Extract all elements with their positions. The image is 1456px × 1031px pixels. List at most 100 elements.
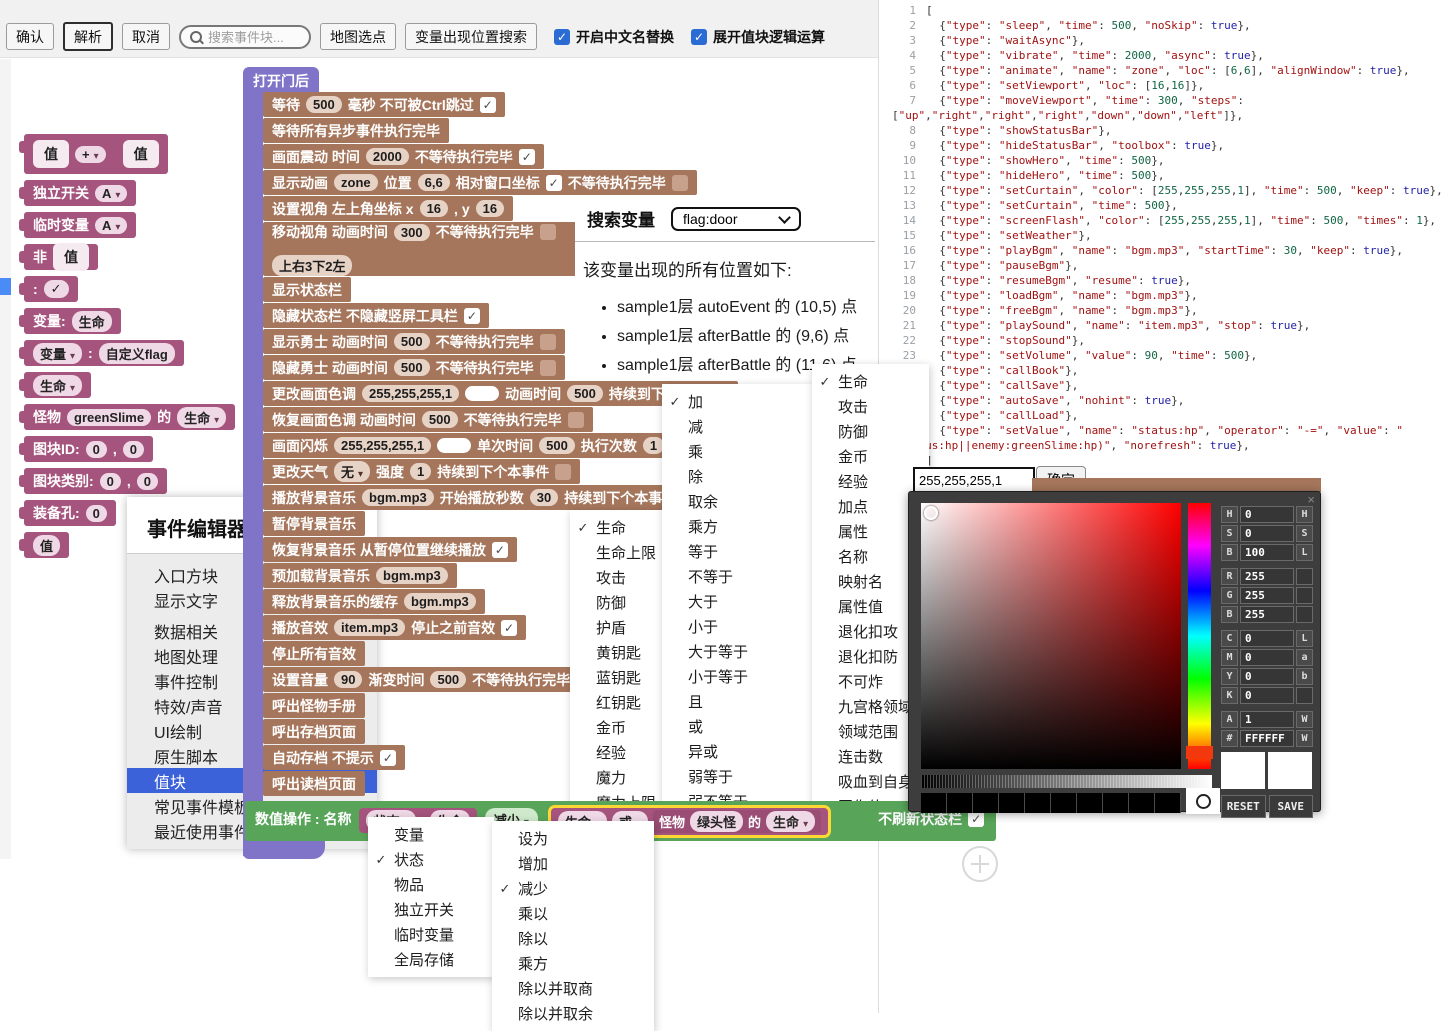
saved-color-swatch[interactable] [999,793,1025,813]
block-row[interactable]: 画面震动 时间2000不等待执行完毕✓ [263,144,544,169]
block-row[interactable]: 值+值 [24,134,168,174]
hue-slider[interactable] [1188,503,1211,769]
menu-item[interactable]: ✓状态 [368,847,494,872]
picker-channel-value[interactable]: 1 [1240,711,1294,728]
menu-item[interactable]: 等于 [662,539,812,564]
picker-channel-value[interactable]: 0 [1240,525,1294,542]
block-field[interactable]: 500 [306,96,342,113]
block-dropdown[interactable]: + [75,146,106,163]
block-row[interactable]: 图块ID:0,0 [24,436,153,462]
save-button[interactable]: SAVE [1269,795,1314,818]
block-row[interactable]: 显示动画zone位置6,6相对窗口坐标✓不等待执行完毕 [263,170,697,195]
confirm-button[interactable]: 确认 [6,23,54,50]
block-row[interactable]: 显示勇士 动画时间500不等待执行完毕 [263,329,565,354]
block-row[interactable]: 变量:生命 [24,308,121,334]
block-field[interactable]: 0 [100,473,121,490]
block-checkbox-unchecked[interactable] [672,175,688,191]
sv-marker[interactable] [924,506,938,520]
block-row[interactable]: 隐藏状态栏 不隐藏竖屏工具栏✓ [263,303,489,328]
block-row[interactable]: 图块类别:0,0 [24,468,167,494]
menu-item[interactable]: 不等于 [662,564,812,589]
menu-item[interactable]: 攻击 [812,394,929,419]
enemy-attr-dropdown[interactable]: 生命 [766,811,815,832]
block-field[interactable]: 255,255,255,1 [362,385,459,402]
block-row[interactable]: 独立开关A [24,180,136,206]
block-field[interactable]: 0 [137,473,158,490]
menu-item[interactable]: ✓减少 [492,876,654,901]
hue-slider-thumb[interactable] [1186,746,1213,759]
enemy-id-field[interactable]: 绿头怪 [690,811,743,832]
block-row[interactable]: 预加载背景音乐bgm.mp3 [263,563,457,588]
picker-channel-value[interactable]: 255 [1240,606,1294,623]
block-row[interactable]: 非值 [24,244,98,270]
block-field[interactable]: 上右3下2左 [272,255,352,276]
menu-item[interactable]: 乘方 [492,951,654,976]
picker-channel-value[interactable]: 0 [1240,649,1294,666]
block-field[interactable]: 500 [430,671,466,688]
block-field[interactable]: bgm.mp3 [362,489,434,506]
block-row[interactable]: 恢复画面色调 动画时间500不等待执行完毕 [263,407,593,432]
block-row[interactable]: 恢复背景音乐 从暂停位置继续播放✓ [263,537,517,562]
block-checkbox-unchecked[interactable] [555,464,571,480]
menu-item[interactable]: 乘方 [662,514,812,539]
block-field[interactable]: 0 [123,441,144,458]
color-value-input[interactable] [913,467,1035,493]
block-row[interactable]: 值 [24,532,69,558]
block-row[interactable]: 装备孔:0 [24,500,116,526]
picker-alt-label[interactable]: W [1296,711,1313,728]
block-dropdown[interactable]: A [95,185,127,202]
block-field[interactable]: bgm.mp3 [376,567,448,584]
variable-select[interactable]: flag:door [671,207,801,231]
block-field[interactable]: zone [334,174,378,191]
picker-alt-label[interactable]: L [1296,544,1313,561]
block-field[interactable]: 500 [394,359,430,376]
picker-channel-value[interactable]: 255 [1240,568,1294,585]
block-row[interactable]: 显示状态栏 [263,277,351,302]
container-block-spine[interactable] [243,90,263,856]
menu-item[interactable]: 减 [662,414,812,439]
parse-button[interactable]: 解析 [63,22,113,51]
block-dropdown[interactable]: 变量 [33,343,82,364]
block-field[interactable]: 1 [410,463,431,480]
value-socket[interactable]: 值 [33,140,69,168]
close-icon[interactable]: × [1307,492,1315,507]
menu-item[interactable]: 金币 [570,715,672,740]
block-field[interactable]: 6,6 [418,174,450,191]
menu-item[interactable]: 除 [662,464,812,489]
menu-item[interactable]: 临时变量 [368,922,494,947]
block-row[interactable]: 呼出读档页面 [263,771,365,796]
block-field[interactable]: 30 [530,489,558,506]
expand-logic-checkbox[interactable]: ✓ [691,29,707,45]
picker-alt-label[interactable]: H [1296,506,1313,523]
block-row[interactable]: 停止所有音效 [263,641,365,666]
block-field[interactable]: 0 [86,505,107,522]
menu-item[interactable]: 小于 [662,614,812,639]
saved-color-swatch[interactable] [973,793,999,813]
block-checkbox-checked[interactable]: ✓ [492,542,508,558]
block-row[interactable]: 隐藏勇士 动画时间500不等待执行完毕 [263,355,565,380]
picker-alt-label[interactable]: a [1296,649,1313,666]
block-checkbox-unchecked[interactable] [540,334,556,350]
cancel-button[interactable]: 取消 [122,23,170,50]
picker-alt-label[interactable]: W [1296,730,1313,747]
block-row[interactable]: 等待500毫秒 不可被Ctrl跳过✓ [263,92,505,117]
picker-channel-value[interactable]: 255 [1240,587,1294,604]
color-swatch[interactable] [437,438,471,453]
block-field[interactable]: 90 [334,671,362,688]
block-field[interactable]: 500 [422,411,458,428]
block-checkbox-unchecked[interactable] [540,224,556,240]
enemy-attr-block[interactable]: 怪物 绿头怪 的 生命 [653,810,821,833]
menu-item[interactable]: 黄钥匙 [570,640,672,665]
value-socket[interactable]: 值 [53,243,89,271]
block-checkbox-checked[interactable]: ✓ [546,175,562,191]
picker-channel-value[interactable]: 0 [1240,506,1294,523]
menu-item[interactable]: 除以并取余 [492,1001,654,1026]
menu-item[interactable]: 增加 [492,851,654,876]
block-field[interactable]: greenSlime [67,409,151,426]
block-dropdown[interactable]: A [95,217,127,234]
block-row[interactable]: 更改天气无强度1持续到下个本事件 [263,459,580,484]
block-checkbox-checked[interactable]: ✓ [480,97,496,113]
color-swatch[interactable] [465,386,499,401]
saturation-brightness-area[interactable] [921,503,1181,769]
block-checkbox-unchecked[interactable] [540,360,556,376]
